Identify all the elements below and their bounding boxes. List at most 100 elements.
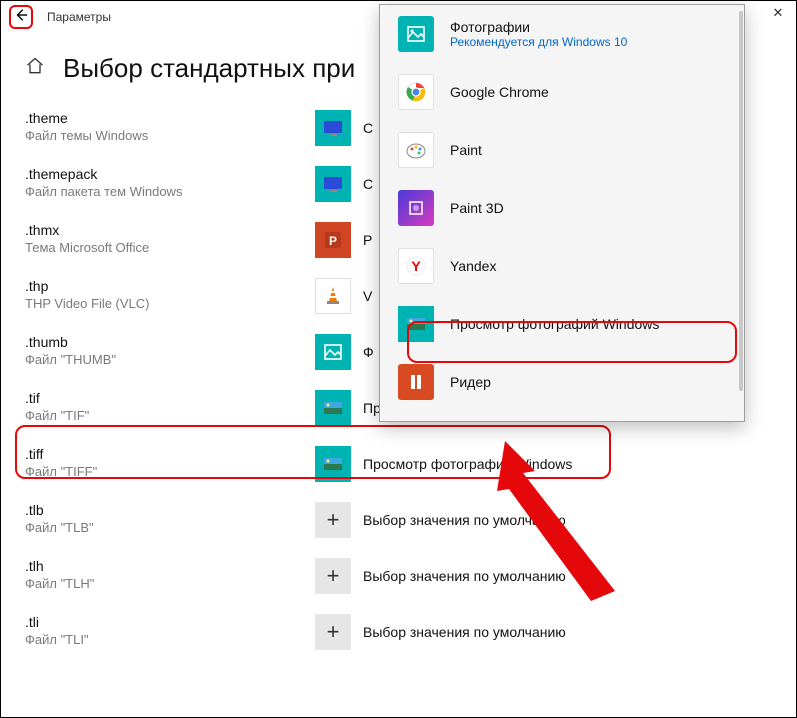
- app-picker-text: Yandex: [450, 258, 496, 274]
- monitor-icon: [315, 166, 351, 202]
- assoc-meta: .thumb Файл "THUMB": [25, 334, 301, 367]
- assoc-ext: .theme: [25, 110, 301, 126]
- plus-icon: +: [315, 502, 351, 538]
- app-picker-name: Paint: [450, 142, 482, 158]
- assoc-meta: .tlh Файл "TLH": [25, 558, 301, 591]
- vlc-icon: [315, 278, 351, 314]
- assoc-desc: Файл темы Windows: [25, 128, 301, 143]
- header-title: Параметры: [47, 10, 111, 24]
- app-picker-text: Google Chrome: [450, 84, 549, 100]
- assoc-app-button[interactable]: С: [315, 166, 373, 202]
- assoc-app-button[interactable]: + Выбор значения по умолчанию: [315, 614, 566, 650]
- scrollbar[interactable]: [739, 11, 743, 391]
- assoc-app-button[interactable]: V: [315, 278, 372, 314]
- photoviewer-icon: [315, 390, 351, 426]
- plus-icon: +: [315, 558, 351, 594]
- app-picker-text: Paint: [450, 142, 482, 158]
- app-picker-item[interactable]: Просмотр фотографий Windows: [380, 295, 744, 353]
- app-picker-item[interactable]: Ридер: [380, 353, 744, 411]
- photos-icon: [398, 16, 434, 52]
- app-picker-text: Ридер: [450, 374, 491, 390]
- assoc-desc: Файл "THUMB": [25, 352, 301, 367]
- monitor-icon: [315, 110, 351, 146]
- assoc-app-button[interactable]: + Выбор значения по умолчанию: [315, 558, 566, 594]
- paint3d-icon: [398, 190, 434, 226]
- yandex-icon: Y: [398, 248, 434, 284]
- assoc-app-label: Выбор значения по умолчанию: [363, 512, 566, 528]
- app-picker-item[interactable]: Google Chrome: [380, 63, 744, 121]
- assoc-desc: Тема Microsoft Office: [25, 240, 301, 255]
- back-button[interactable]: [9, 5, 33, 29]
- assoc-desc: Файл "TIFF": [25, 464, 301, 479]
- page-title: Выбор стандартных при: [63, 53, 355, 84]
- app-picker-name: Google Chrome: [450, 84, 549, 100]
- assoc-app-label: Ф: [363, 344, 374, 360]
- app-picker-text: Paint 3D: [450, 200, 504, 216]
- assoc-app-button[interactable]: PP: [315, 222, 372, 258]
- close-button[interactable]: ✕: [766, 5, 790, 21]
- assoc-meta: .thmx Тема Microsoft Office: [25, 222, 301, 255]
- assoc-ext: .tlh: [25, 558, 301, 574]
- assoc-row: .tlb Файл "TLB" + Выбор значения по умолчан…: [25, 492, 796, 548]
- app-picker-item[interactable]: ФотографииРекомендуется для Windows 10: [380, 5, 744, 63]
- app-picker-text: ФотографииРекомендуется для Windows 10: [450, 19, 627, 49]
- assoc-app-label: С: [363, 176, 373, 192]
- assoc-meta: .tif Файл "TIF": [25, 390, 301, 423]
- svg-text:Y: Y: [411, 258, 421, 274]
- app-picker-name: Paint 3D: [450, 200, 504, 216]
- app-picker-name: Фотографии: [450, 19, 627, 35]
- app-picker-name: Ридер: [450, 374, 491, 390]
- assoc-ext: .thp: [25, 278, 301, 294]
- app-picker-item[interactable]: Paint 3D: [380, 179, 744, 237]
- assoc-ext: .tiff: [25, 446, 301, 462]
- photoviewer-icon: [315, 446, 351, 482]
- assoc-row: .tlh Файл "TLH" + Выбор значения по умолчан…: [25, 548, 796, 604]
- assoc-desc: Файл "TIF": [25, 408, 301, 423]
- assoc-row: .tiff Файл "TIFF" Просмотр фотографий Wind…: [25, 436, 796, 492]
- app-picker-note: Рекомендуется для Windows 10: [450, 35, 627, 49]
- assoc-app-button[interactable]: Просмотр фотографий Windows: [315, 446, 572, 482]
- assoc-app-label: Выбор значения по умолчанию: [363, 568, 566, 584]
- photo-blank-icon: [315, 334, 351, 370]
- reader-icon: [398, 364, 434, 400]
- assoc-app-label: С: [363, 120, 373, 136]
- app-picker-item[interactable]: Y Yandex: [380, 237, 744, 295]
- assoc-desc: Файл "TLB": [25, 520, 301, 535]
- back-arrow-icon: [14, 8, 28, 27]
- chrome-icon: [398, 74, 434, 110]
- app-picker-text: Просмотр фотографий Windows: [450, 316, 659, 332]
- assoc-row: .tli Файл "TLI" + Выбор значения по умолчан…: [25, 604, 796, 660]
- paint-icon: [398, 132, 434, 168]
- svg-text:P: P: [329, 234, 337, 248]
- assoc-desc: Файл "TLI": [25, 632, 301, 647]
- assoc-meta: .themepack Файл пакета тем Windows: [25, 166, 301, 199]
- powerpoint-icon: P: [315, 222, 351, 258]
- assoc-ext: .tlb: [25, 502, 301, 518]
- assoc-app-label: Просмотр фотографий Windows: [363, 456, 572, 472]
- assoc-meta: .tlb Файл "TLB": [25, 502, 301, 535]
- assoc-app-button[interactable]: С: [315, 110, 373, 146]
- assoc-app-button[interactable]: + Выбор значения по умолчанию: [315, 502, 566, 538]
- assoc-app-button[interactable]: Ф: [315, 334, 374, 370]
- app-picker-name: Yandex: [450, 258, 496, 274]
- assoc-meta: .theme Файл темы Windows: [25, 110, 301, 143]
- assoc-desc: Файл пакета тем Windows: [25, 184, 301, 199]
- assoc-app-label: P: [363, 232, 372, 248]
- assoc-meta: .thp THP Video File (VLC): [25, 278, 301, 311]
- assoc-meta: .tli Файл "TLI": [25, 614, 301, 647]
- assoc-meta: .tiff Файл "TIFF": [25, 446, 301, 479]
- assoc-desc: Файл "TLH": [25, 576, 301, 591]
- assoc-ext: .thumb: [25, 334, 301, 350]
- assoc-app-label: Выбор значения по умолчанию: [363, 624, 566, 640]
- assoc-app-label: V: [363, 288, 372, 304]
- home-icon[interactable]: [25, 56, 45, 82]
- assoc-ext: .thmx: [25, 222, 301, 238]
- assoc-ext: .tif: [25, 390, 301, 406]
- plus-icon: +: [315, 614, 351, 650]
- assoc-ext: .themepack: [25, 166, 301, 182]
- app-picker-popup: ФотографииРекомендуется для Windows 10 Go…: [379, 4, 745, 422]
- app-picker-item[interactable]: Paint: [380, 121, 744, 179]
- assoc-desc: THP Video File (VLC): [25, 296, 301, 311]
- assoc-ext: .tli: [25, 614, 301, 630]
- app-picker-name: Просмотр фотографий Windows: [450, 316, 659, 332]
